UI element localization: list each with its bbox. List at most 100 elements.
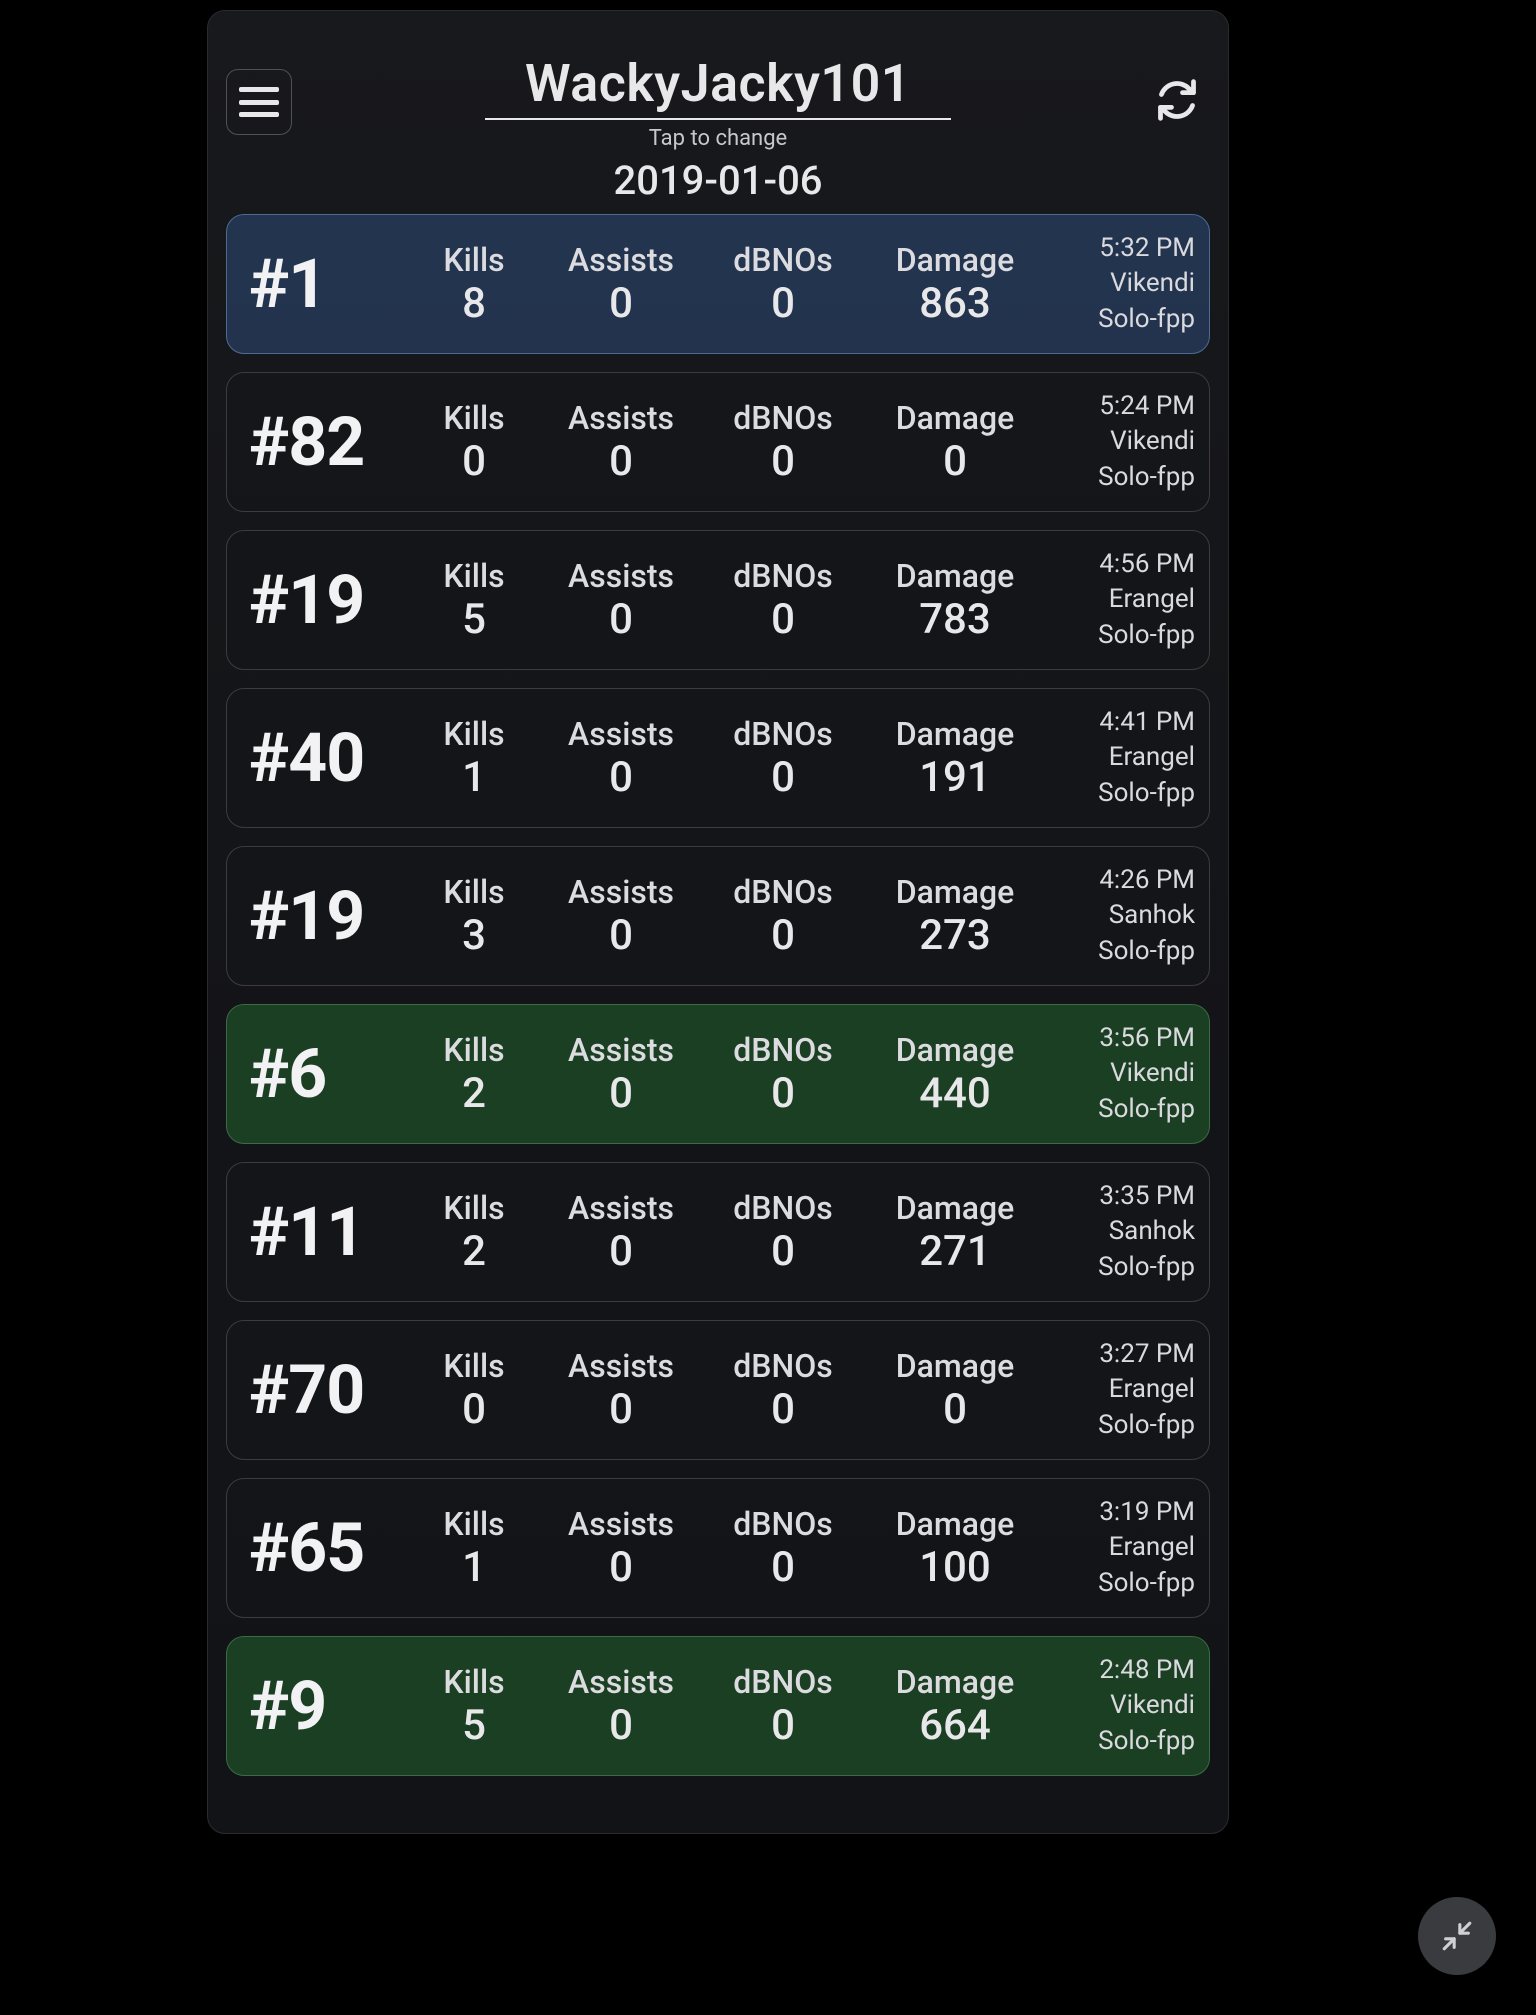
match-mode: Solo-fpp — [1053, 1092, 1195, 1127]
stat-label: Damage — [875, 1031, 1035, 1069]
stat-value: 3 — [419, 911, 529, 960]
match-meta: 4:56 PMErangelSolo-fpp — [1045, 547, 1195, 652]
stat-label: Assists — [551, 1189, 691, 1227]
match-row[interactable]: #40Kills1Assists0dBNOs0Damage1914:41 PME… — [226, 688, 1210, 828]
match-time: 3:56 PM — [1053, 1021, 1195, 1056]
stat-value: 0 — [713, 1227, 853, 1276]
stat-label: Damage — [875, 1663, 1035, 1701]
stat-value: 100 — [875, 1543, 1035, 1592]
match-row[interactable]: #19Kills3Assists0dBNOs0Damage2734:26 PMS… — [226, 846, 1210, 986]
stat-label: Kills — [419, 1347, 529, 1385]
stat-label: Assists — [551, 1031, 691, 1069]
match-row[interactable]: #11Kills2Assists0dBNOs0Damage2713:35 PMS… — [226, 1162, 1210, 1302]
match-row[interactable]: #6Kills2Assists0dBNOs0Damage4403:56 PMVi… — [226, 1004, 1210, 1144]
stat-value: 0 — [713, 279, 853, 328]
stat-label: Assists — [551, 557, 691, 595]
match-map: Vikendi — [1053, 266, 1195, 301]
stat-label: Kills — [419, 557, 529, 595]
stat-value: 440 — [875, 1069, 1035, 1118]
stat-value: 0 — [713, 1069, 853, 1118]
stat-kills: Kills1 — [419, 715, 529, 802]
match-row[interactable]: #1Kills8Assists0dBNOs0Damage8635:32 PMVi… — [226, 214, 1210, 354]
stat-value: 273 — [875, 911, 1035, 960]
match-stats: Kills5Assists0dBNOs0Damage783 — [419, 557, 1045, 644]
stat-kills: Kills8 — [419, 241, 529, 328]
collapse-button[interactable] — [1418, 1897, 1496, 1975]
stat-dbnos: dBNOs0 — [713, 1505, 853, 1592]
match-row[interactable]: #70Kills0Assists0dBNOs0Damage03:27 PMEra… — [226, 1320, 1210, 1460]
stat-damage: Damage863 — [875, 241, 1035, 328]
player-name[interactable]: WackyJacky101 — [485, 53, 951, 120]
stat-label: Assists — [551, 715, 691, 753]
stat-label: Kills — [419, 715, 529, 753]
match-stats: Kills5Assists0dBNOs0Damage664 — [419, 1663, 1045, 1750]
stat-label: dBNOs — [713, 1031, 853, 1069]
stat-label: dBNOs — [713, 1663, 853, 1701]
stat-value: 0 — [875, 437, 1035, 486]
app-screen: WackyJacky101 Tap to change 2019-01-06 #… — [207, 10, 1229, 1834]
stat-dbnos: dBNOs0 — [713, 1347, 853, 1434]
menu-button[interactable] — [226, 69, 292, 135]
stat-assists: Assists0 — [551, 1347, 691, 1434]
stat-assists: Assists0 — [551, 1663, 691, 1750]
stat-value: 5 — [419, 1701, 529, 1750]
match-meta: 2:48 PMVikendiSolo-fpp — [1045, 1653, 1195, 1758]
stat-label: Assists — [551, 1505, 691, 1543]
stat-label: Assists — [551, 241, 691, 279]
stat-label: Damage — [875, 399, 1035, 437]
match-map: Vikendi — [1053, 1688, 1195, 1723]
match-stats: Kills2Assists0dBNOs0Damage271 — [419, 1189, 1045, 1276]
refresh-button[interactable] — [1148, 71, 1206, 129]
stat-value: 0 — [551, 1227, 691, 1276]
stat-dbnos: dBNOs0 — [713, 241, 853, 328]
stat-value: 0 — [551, 1701, 691, 1750]
match-rank: #11 — [249, 1192, 419, 1272]
stat-value: 0 — [551, 1385, 691, 1434]
stat-value: 2 — [419, 1227, 529, 1276]
match-mode: Solo-fpp — [1053, 618, 1195, 653]
match-mode: Solo-fpp — [1053, 1724, 1195, 1759]
match-map: Sanhok — [1053, 898, 1195, 933]
stat-value: 863 — [875, 279, 1035, 328]
stat-label: dBNOs — [713, 1505, 853, 1543]
stat-label: Damage — [875, 1347, 1035, 1385]
match-map: Erangel — [1053, 1372, 1195, 1407]
stat-label: Damage — [875, 873, 1035, 911]
match-meta: 4:26 PMSanhokSolo-fpp — [1045, 863, 1195, 968]
stat-damage: Damage783 — [875, 557, 1035, 644]
stat-label: dBNOs — [713, 557, 853, 595]
stat-value: 0 — [713, 753, 853, 802]
tap-to-change-hint: Tap to change — [232, 126, 1204, 151]
stat-value: 191 — [875, 753, 1035, 802]
stat-label: Damage — [875, 557, 1035, 595]
match-row[interactable]: #82Kills0Assists0dBNOs0Damage05:24 PMVik… — [226, 372, 1210, 512]
match-list: #1Kills8Assists0dBNOs0Damage8635:32 PMVi… — [208, 204, 1228, 1776]
stat-label: Assists — [551, 1663, 691, 1701]
match-rank: #65 — [249, 1508, 419, 1588]
match-time: 3:19 PM — [1053, 1495, 1195, 1530]
stat-label: dBNOs — [713, 715, 853, 753]
match-row[interactable]: #65Kills1Assists0dBNOs0Damage1003:19 PME… — [226, 1478, 1210, 1618]
match-row[interactable]: #19Kills5Assists0dBNOs0Damage7834:56 PME… — [226, 530, 1210, 670]
match-rank: #9 — [249, 1666, 419, 1746]
stat-dbnos: dBNOs0 — [713, 1189, 853, 1276]
match-map: Erangel — [1053, 582, 1195, 617]
match-meta: 4:41 PMErangelSolo-fpp — [1045, 705, 1195, 810]
stat-label: Kills — [419, 1505, 529, 1543]
header: WackyJacky101 Tap to change 2019-01-06 — [208, 11, 1228, 204]
match-rank: #70 — [249, 1350, 419, 1430]
match-time: 5:32 PM — [1053, 231, 1195, 266]
match-stats: Kills1Assists0dBNOs0Damage191 — [419, 715, 1045, 802]
stat-assists: Assists0 — [551, 241, 691, 328]
match-map: Vikendi — [1053, 424, 1195, 459]
stat-value: 0 — [713, 437, 853, 486]
stat-kills: Kills1 — [419, 1505, 529, 1592]
match-rank: #1 — [249, 244, 419, 324]
stat-value: 0 — [713, 1543, 853, 1592]
match-row[interactable]: #9Kills5Assists0dBNOs0Damage6642:48 PMVi… — [226, 1636, 1210, 1776]
stat-kills: Kills3 — [419, 873, 529, 960]
match-stats: Kills3Assists0dBNOs0Damage273 — [419, 873, 1045, 960]
match-meta: 5:24 PMVikendiSolo-fpp — [1045, 389, 1195, 494]
stat-value: 0 — [551, 1069, 691, 1118]
match-meta: 3:56 PMVikendiSolo-fpp — [1045, 1021, 1195, 1126]
